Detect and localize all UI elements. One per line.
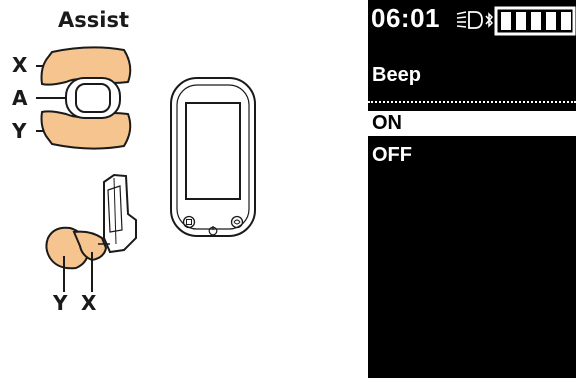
option-off-label: OFF (372, 144, 412, 166)
divider (368, 101, 576, 103)
light-icon (456, 11, 483, 29)
label-x-lower: X (81, 291, 97, 315)
option-on[interactable]: ON (368, 111, 576, 136)
label-x-upper: X (12, 53, 28, 77)
label-y-upper: Y (12, 119, 27, 143)
assist-title: Assist (58, 8, 129, 32)
cycle-computer-icon (170, 77, 256, 237)
assist-a-button (75, 83, 111, 113)
status-bar: 06:01 (368, 0, 576, 42)
battery-bar (531, 12, 541, 30)
battery-bar (516, 12, 526, 30)
display-screen: 06:01 Beep ON OFF (368, 0, 576, 378)
battery-bar (546, 12, 556, 30)
label-a: A (12, 86, 28, 110)
option-on-label: ON (372, 112, 402, 134)
battery-bar (501, 12, 511, 30)
screen-title: Beep (372, 64, 421, 86)
label-y-lower: Y (53, 291, 68, 315)
clock: 06:01 (371, 3, 440, 33)
battery-icon (494, 6, 576, 36)
bluetooth-icon (485, 12, 494, 28)
controller-illustration (36, 46, 256, 292)
option-off[interactable]: OFF (368, 143, 576, 168)
battery-bar (561, 12, 571, 30)
